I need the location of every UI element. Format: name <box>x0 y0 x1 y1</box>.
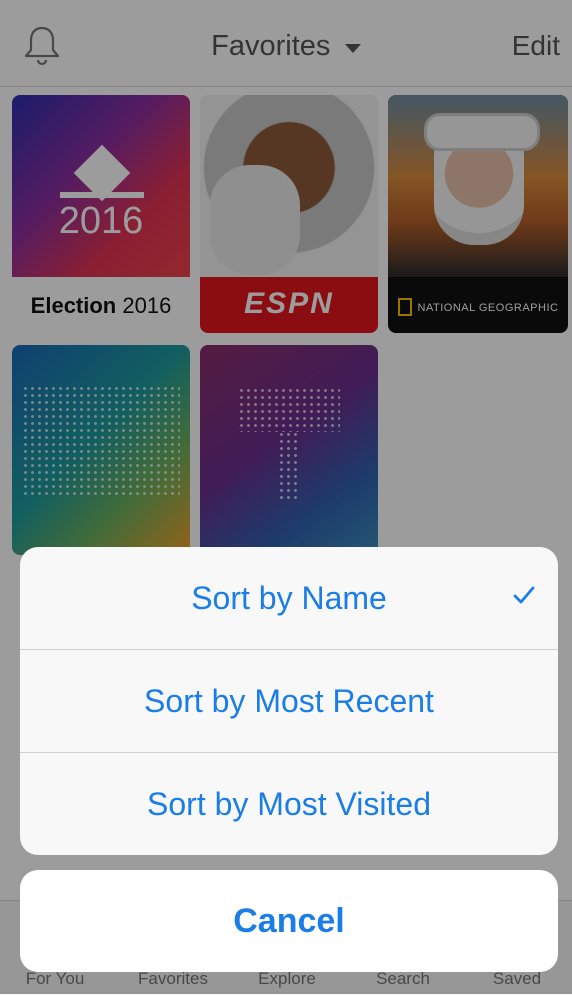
sort-by-name-option[interactable]: Sort by Name <box>20 547 558 649</box>
cancel-button[interactable]: Cancel <box>20 870 558 972</box>
sort-by-most-visited-option[interactable]: Sort by Most Visited <box>20 753 558 855</box>
cancel-label: Cancel <box>233 901 345 940</box>
checkmark-icon <box>513 586 535 604</box>
sort-action-sheet: Sort by Name Sort by Most Recent Sort by… <box>20 547 558 855</box>
sort-by-most-recent-label: Sort by Most Recent <box>144 682 434 719</box>
sort-by-name-label: Sort by Name <box>191 579 387 616</box>
sort-by-most-visited-label: Sort by Most Visited <box>147 785 431 822</box>
sort-by-most-recent-option[interactable]: Sort by Most Recent <box>20 650 558 752</box>
